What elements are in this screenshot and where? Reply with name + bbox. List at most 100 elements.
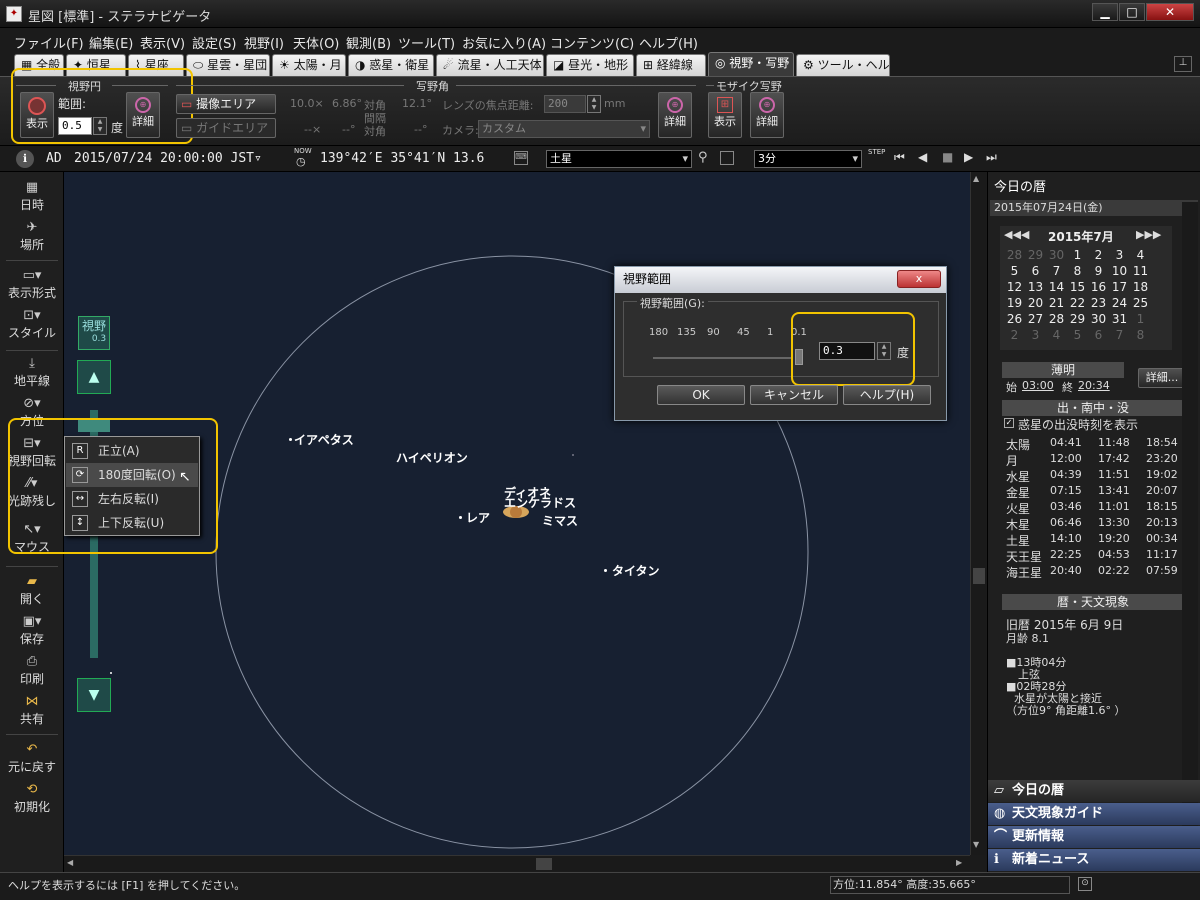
calendar-day[interactable]: 28: [1004, 248, 1025, 262]
step-label[interactable]: STEP: [868, 148, 885, 156]
dialog-cancel-button[interactable]: キャンセル: [750, 385, 838, 405]
vertical-scrollbar[interactable]: ▲ ▼: [970, 172, 986, 855]
label-enceladus[interactable]: エンケラドス: [504, 494, 576, 511]
twilight-detail-button[interactable]: 詳細...: [1138, 368, 1186, 388]
calendar-day[interactable]: 4: [1046, 328, 1067, 342]
menu-contents[interactable]: コンテンツ(C): [550, 33, 634, 52]
calendar-day[interactable]: 31: [1109, 312, 1130, 326]
calendar-day[interactable]: 8: [1130, 328, 1151, 342]
calendar-day[interactable]: 3: [1025, 328, 1046, 342]
style-tool[interactable]: ⊡▾ スタイル: [0, 308, 64, 341]
calendar-day[interactable]: 19: [1004, 296, 1025, 310]
target-icon[interactable]: ⊙: [1078, 877, 1092, 891]
calendar-day[interactable]: 17: [1109, 280, 1130, 294]
calendar-day[interactable]: 1: [1067, 248, 1088, 262]
nav-event-guide[interactable]: ◍ 天文現象ガイド: [988, 803, 1200, 825]
panel-scrollbar[interactable]: [1182, 202, 1198, 842]
tab-planets[interactable]: ◑ 惑星・衛星: [348, 54, 434, 76]
calendar-day[interactable]: 6: [1025, 264, 1046, 278]
calendar-day[interactable]: 6: [1088, 328, 1109, 342]
menu-file[interactable]: ファイル(F): [14, 33, 84, 52]
calendar-day[interactable]: 3: [1109, 248, 1130, 262]
calendar-day[interactable]: 21: [1046, 296, 1067, 310]
tab-tools-help[interactable]: ⚙ ツール・ヘルプ: [796, 54, 890, 76]
fast-forward-icon[interactable]: ⏭: [986, 150, 997, 165]
calendar-day[interactable]: 30: [1046, 248, 1067, 262]
object-search-input[interactable]: 土星 ▾: [546, 150, 692, 168]
scroll-thumb[interactable]: [973, 568, 985, 584]
rewind-icon[interactable]: ⏮: [894, 150, 905, 165]
nav-today-calendar[interactable]: ▱ 今日の暦: [988, 780, 1200, 802]
datetime-tool[interactable]: ▦ 日時: [0, 180, 64, 213]
step-forward-icon[interactable]: ▶: [964, 150, 973, 164]
calendar-day[interactable]: 29: [1025, 248, 1046, 262]
tab-grid[interactable]: ⊞ 経緯線: [636, 54, 706, 76]
tab-meteors[interactable]: ☄ 流星・人工天体: [436, 54, 544, 76]
calendar-day[interactable]: 23: [1088, 296, 1109, 310]
step-back-icon[interactable]: ◀: [918, 150, 927, 164]
tab-daylight[interactable]: ◪ 昼光・地形: [546, 54, 634, 76]
tab-sun-moon[interactable]: ☀ 太陽・月: [272, 54, 346, 76]
next-year-icon[interactable]: ▶▶▶: [1136, 228, 1161, 241]
calendar-day[interactable]: 30: [1088, 312, 1109, 326]
menu-tools[interactable]: ツール(T): [398, 33, 455, 52]
rise-checkbox[interactable]: ✓: [1004, 418, 1014, 428]
label-mimas[interactable]: ミマス: [542, 512, 578, 529]
calendar-day[interactable]: 28: [1046, 312, 1067, 326]
menu-observe[interactable]: 観測(B): [346, 33, 391, 52]
calendar-day[interactable]: 24: [1109, 296, 1130, 310]
fov-slider-track[interactable]: [653, 357, 793, 359]
imaging-area-button[interactable]: ▭ 撮像エリア: [176, 94, 276, 114]
calendar-day[interactable]: 29: [1067, 312, 1088, 326]
label-iapetus[interactable]: イアペタス: [294, 431, 354, 448]
reset-tool[interactable]: ⟲ 初期化: [0, 782, 64, 815]
calendar-day[interactable]: 9: [1088, 264, 1109, 278]
calendar-day[interactable]: 5: [1067, 328, 1088, 342]
keyboard-icon[interactable]: ⌨: [514, 151, 528, 165]
display-mode-tool[interactable]: ▭▾ 表示形式: [0, 268, 64, 301]
nav-news[interactable]: ℹ 新着ニュース: [988, 849, 1200, 871]
era[interactable]: AD: [46, 151, 62, 166]
calendar-day[interactable]: 25: [1130, 296, 1151, 310]
now-clock-icon[interactable]: ◷: [296, 155, 306, 168]
calendar-day[interactable]: 10: [1109, 264, 1130, 278]
calendar-day[interactable]: 7: [1109, 328, 1130, 342]
calendar-day[interactable]: 1: [1130, 312, 1151, 326]
label-titan[interactable]: タイタン: [612, 562, 660, 579]
close-button[interactable]: ✕: [1146, 3, 1194, 21]
calendar-day[interactable]: 7: [1046, 264, 1067, 278]
label-rhea[interactable]: レア: [466, 509, 490, 526]
tab-fov[interactable]: ◎ 視野・写野: [708, 52, 794, 76]
list-icon[interactable]: [720, 151, 734, 165]
mosaic-show-button[interactable]: ⊞ 表示: [708, 92, 742, 138]
label-hyperion[interactable]: ハイペリオン: [396, 449, 468, 466]
calendar-day[interactable]: 18: [1130, 280, 1151, 294]
location-tool[interactable]: ✈ 場所: [0, 220, 64, 253]
maximize-button[interactable]: □: [1119, 3, 1145, 21]
dialog-help-button[interactable]: ヘルプ(H): [843, 385, 931, 405]
menu-edit[interactable]: 編集(E): [89, 33, 133, 52]
print-tool[interactable]: ⎙ 印刷: [0, 654, 64, 687]
search-icon[interactable]: ⚲: [698, 150, 708, 165]
location-coords[interactable]: 139°42′E 35°41′N 13.6: [320, 151, 484, 166]
calendar-day[interactable]: 14: [1046, 280, 1067, 294]
menu-fov[interactable]: 視野(I): [244, 33, 284, 52]
calendar-day[interactable]: 12: [1004, 280, 1025, 294]
stop-icon[interactable]: ■: [942, 150, 953, 164]
horizontal-scrollbar[interactable]: ◀ ▶: [64, 855, 970, 871]
dialog-close-button[interactable]: x: [897, 270, 941, 288]
tab-nebula[interactable]: ⬭ 星雲・星団: [186, 54, 270, 76]
scroll-up-icon[interactable]: ▲: [973, 174, 979, 183]
calendar-day[interactable]: 20: [1025, 296, 1046, 310]
menu-object[interactable]: 天体(O): [293, 33, 339, 52]
menu-favorites[interactable]: お気に入り(A): [462, 33, 546, 52]
calendar-day[interactable]: 5: [1004, 264, 1025, 278]
open-tool[interactable]: ▰ 開く: [0, 574, 64, 607]
calendar-day[interactable]: 22: [1067, 296, 1088, 310]
calendar-day[interactable]: 26: [1004, 312, 1025, 326]
menu-view[interactable]: 表示(V): [140, 33, 185, 52]
prev-year-icon[interactable]: ◀◀◀: [1004, 228, 1029, 241]
mosaic-detail-button[interactable]: ⊕ 詳細: [750, 92, 784, 138]
calendar-day[interactable]: 27: [1025, 312, 1046, 326]
calendar-day[interactable]: 13: [1025, 280, 1046, 294]
